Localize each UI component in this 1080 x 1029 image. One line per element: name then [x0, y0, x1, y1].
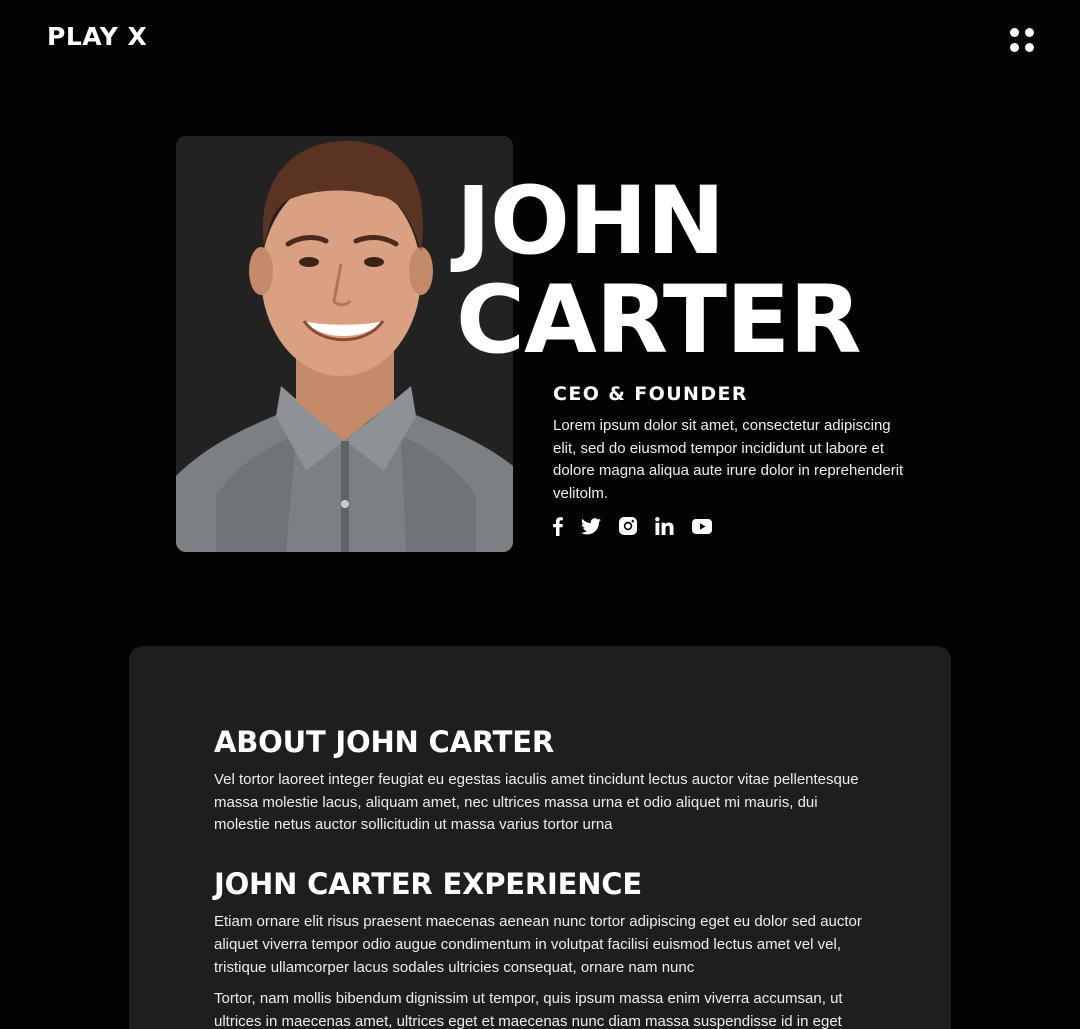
hero-name: JOHN CARTER: [456, 167, 862, 375]
instagram-icon[interactable]: [619, 515, 637, 537]
logo[interactable]: PLAY X: [47, 22, 147, 51]
experience-text-1: Etiam ornare elit risus praesent maecena…: [214, 913, 862, 976]
facebook-icon[interactable]: [553, 515, 563, 537]
experience-text-2: Tortor, nam mollis bibendum dignissim ut…: [214, 990, 843, 1029]
hero-name-first: JOHN: [456, 167, 725, 276]
about-text: Vel tortor laoreet integer feugiat eu eg…: [214, 771, 859, 834]
intro-text: Lorem ipsum dolor sit amet, consectetur …: [553, 417, 904, 503]
bio-card: ABOUT JOHN CARTER Vel tortor laoreet int…: [129, 646, 951, 1029]
youtube-icon[interactable]: [692, 515, 712, 537]
social-links: [553, 515, 730, 537]
menu-grid-icon[interactable]: [1008, 26, 1036, 54]
role-title: CEO & FOUNDER: [553, 383, 748, 405]
linkedin-icon[interactable]: [655, 515, 674, 537]
hero-name-last: CARTER: [456, 266, 862, 375]
about-title: ABOUT JOHN CARTER: [214, 725, 554, 759]
experience-title: JOHN CARTER EXPERIENCE: [214, 867, 642, 902]
twitter-icon[interactable]: [581, 515, 601, 537]
